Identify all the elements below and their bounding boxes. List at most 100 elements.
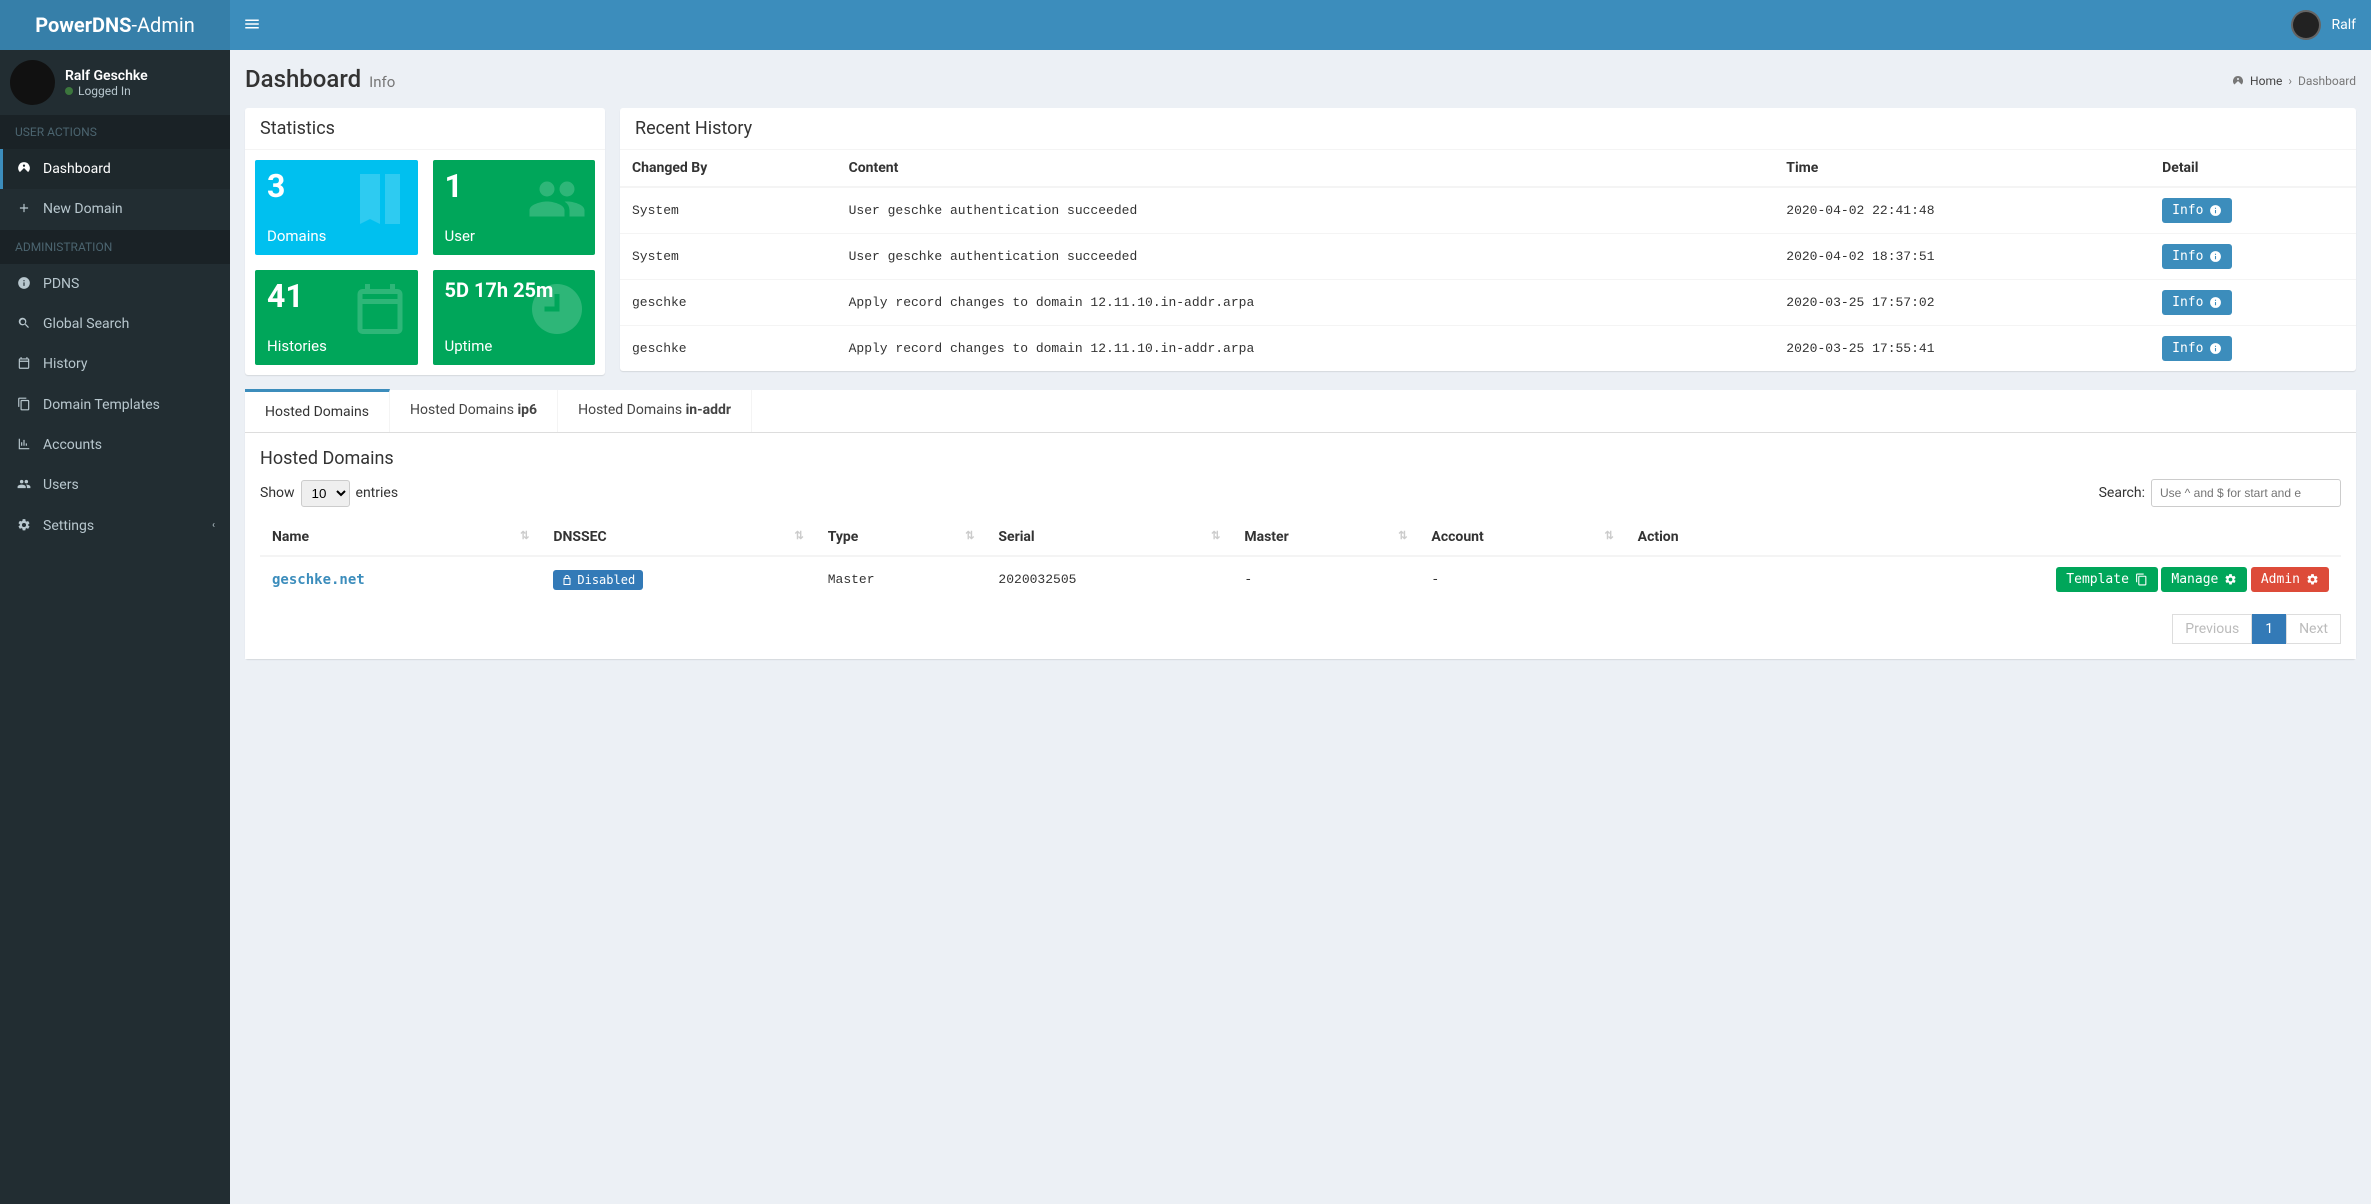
tab-hosted-domains-ip6[interactable]: Hosted Domains ip6 <box>390 390 558 432</box>
cell-dnssec: Disabled <box>541 556 815 602</box>
cell-changed-by: System <box>620 187 837 234</box>
col-master[interactable]: Master⇅ <box>1232 519 1419 556</box>
stat-uptime[interactable]: 5D 17h 25m Uptime <box>433 270 596 365</box>
table-row: SystemUser geschke authentication succee… <box>620 187 2356 234</box>
search-label: Search: <box>2099 485 2145 501</box>
template-button[interactable]: Template <box>2056 567 2158 592</box>
cell-action: Template Manage Admin <box>1626 556 2341 602</box>
breadcrumb-home[interactable]: Home <box>2250 74 2282 88</box>
col-content: Content <box>837 150 1775 187</box>
topbar-username[interactable]: Ralf <box>2331 17 2356 33</box>
page-subtitle: Info <box>369 73 395 91</box>
stat-histories[interactable]: 41 Histories <box>255 270 418 365</box>
pagination-next[interactable]: Next <box>2286 614 2341 644</box>
info-button[interactable]: Info <box>2162 244 2232 269</box>
table-row: geschke.net DisabledMaster2020032505--Te… <box>260 556 2341 602</box>
lock-icon <box>561 574 573 586</box>
chart-icon <box>15 437 33 453</box>
book-icon <box>350 166 410 237</box>
sort-icon: ⇅ <box>520 529 529 542</box>
user-name: Ralf Geschke <box>65 68 148 84</box>
users-icon <box>527 166 587 237</box>
cell-changed-by: geschke <box>620 326 837 372</box>
clock-icon <box>527 276 587 347</box>
sidebar-item-dashboard[interactable]: Dashboard <box>0 149 230 189</box>
sidebar-item-pdns[interactable]: PDNS <box>0 264 230 304</box>
recent-history-title: Recent History <box>635 118 2341 139</box>
pagination-page-1[interactable]: 1 <box>2252 614 2286 644</box>
sidebar-item-domain-templates[interactable]: Domain Templates <box>0 385 230 425</box>
col-serial[interactable]: Serial⇅ <box>986 519 1232 556</box>
sort-icon: ⇅ <box>1398 529 1407 542</box>
avatar <box>10 60 55 105</box>
app-logo[interactable]: PowerDNS-Admin <box>0 0 230 50</box>
cell-content: User geschke authentication succeeded <box>837 187 1775 234</box>
info-icon <box>2209 342 2222 355</box>
dashboard-icon <box>15 161 33 177</box>
user-status: Logged In <box>65 84 148 98</box>
cell-detail: Info <box>2150 326 2356 372</box>
cell-time: 2020-03-25 17:57:02 <box>1774 280 2150 326</box>
sort-icon: ⇅ <box>795 529 804 542</box>
cell-time: 2020-04-02 18:37:51 <box>1774 234 2150 280</box>
cell-time: 2020-04-02 22:41:48 <box>1774 187 2150 234</box>
breadcrumb-current: Dashboard <box>2298 74 2356 88</box>
cell-type: Master <box>816 556 987 602</box>
col-account[interactable]: Account⇅ <box>1419 519 1625 556</box>
cell-time: 2020-03-25 17:55:41 <box>1774 326 2150 372</box>
calendar-icon <box>15 356 33 372</box>
col-dnssec[interactable]: DNSSEC⇅ <box>541 519 815 556</box>
search-icon <box>15 316 33 332</box>
stat-user[interactable]: 1 User <box>433 160 596 255</box>
page-size-select[interactable]: 10 <box>301 480 350 507</box>
manage-button[interactable]: Manage <box>2161 567 2247 592</box>
pagination-prev[interactable]: Previous <box>2172 614 2252 644</box>
sidebar-item-history[interactable]: History <box>0 344 230 384</box>
hosted-domains-title: Hosted Domains <box>260 448 2341 469</box>
sidebar-item-settings[interactable]: Settings ‹ <box>0 506 230 546</box>
tab-hosted-domains-in-addr[interactable]: Hosted Domains in-addr <box>558 390 752 432</box>
bars-icon <box>243 15 261 33</box>
sidebar-item-accounts[interactable]: Accounts <box>0 425 230 465</box>
entries-label: entries <box>356 485 399 501</box>
chevron-left-icon: ‹ <box>212 520 215 531</box>
cell-account: - <box>1419 556 1625 602</box>
table-row: geschkeApply record changes to domain 12… <box>620 280 2356 326</box>
sort-icon: ⇅ <box>965 529 974 542</box>
sidebar-toggle[interactable] <box>230 15 274 36</box>
sidebar-item-global-search[interactable]: Global Search <box>0 304 230 344</box>
search-input[interactable] <box>2151 479 2341 507</box>
stat-domains[interactable]: 3 Domains <box>255 160 418 255</box>
avatar[interactable] <box>2291 10 2321 40</box>
dnssec-badge[interactable]: Disabled <box>553 570 643 590</box>
cell-master: - <box>1232 556 1419 602</box>
info-button[interactable]: Info <box>2162 336 2232 361</box>
cell-changed-by: geschke <box>620 280 837 326</box>
admin-button[interactable]: Admin <box>2251 567 2329 592</box>
info-button[interactable]: Info <box>2162 290 2232 315</box>
col-name[interactable]: Name⇅ <box>260 519 541 556</box>
sidebar-item-new-domain[interactable]: New Domain <box>0 189 230 229</box>
col-detail: Detail <box>2150 150 2356 187</box>
users-icon <box>15 477 33 493</box>
info-icon <box>2209 250 2222 263</box>
breadcrumb: Home › Dashboard <box>2232 74 2356 88</box>
table-row: SystemUser geschke authentication succee… <box>620 234 2356 280</box>
col-action: Action <box>1626 519 2341 556</box>
domain-link[interactable]: geschke.net <box>272 572 365 588</box>
cell-detail: Info <box>2150 187 2356 234</box>
gear-icon <box>15 518 33 534</box>
info-button[interactable]: Info <box>2162 198 2232 223</box>
gear-icon <box>2224 573 2237 586</box>
info-icon <box>15 276 33 292</box>
gear-icon <box>2306 573 2319 586</box>
status-dot-icon <box>65 87 73 95</box>
user-panel: Ralf Geschke Logged In <box>0 50 230 115</box>
tab-hosted-domains[interactable]: Hosted Domains <box>245 389 390 432</box>
col-type[interactable]: Type⇅ <box>816 519 987 556</box>
statistics-title: Statistics <box>260 118 590 139</box>
sidebar-item-users[interactable]: Users <box>0 465 230 505</box>
info-icon <box>2209 296 2222 309</box>
cell-content: User geschke authentication succeeded <box>837 234 1775 280</box>
col-changed-by: Changed By <box>620 150 837 187</box>
